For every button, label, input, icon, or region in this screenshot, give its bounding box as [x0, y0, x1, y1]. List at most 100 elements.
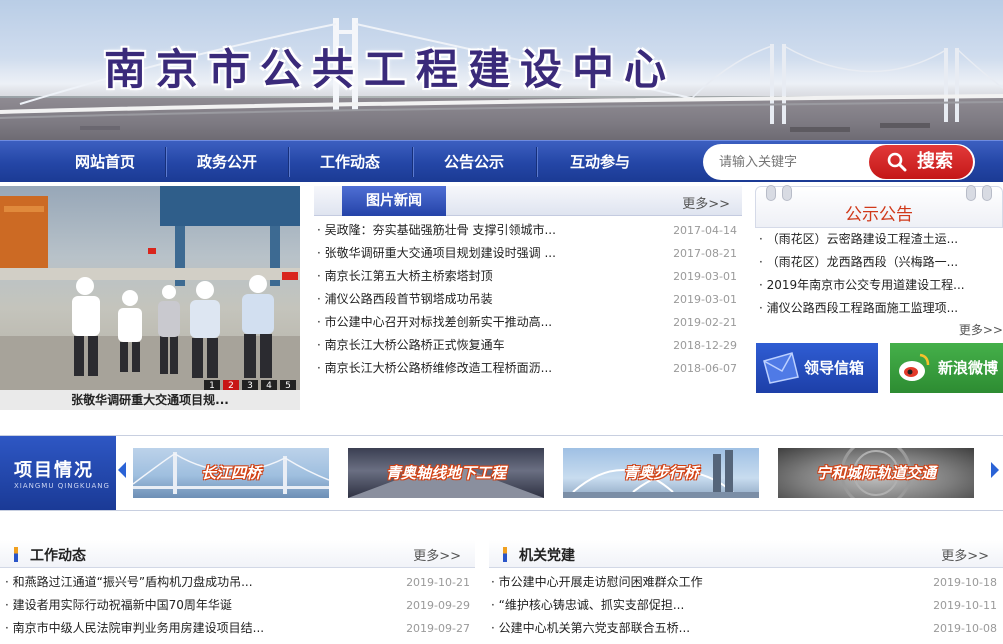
list-item[interactable]: · 浦仪公路西段首节钢塔成功吊装 2019-03-01 — [317, 288, 737, 311]
nav-item-interaction[interactable]: 互动参与 — [538, 141, 662, 183]
board-hook-icon — [782, 185, 792, 201]
project-card-title: 青奥步行桥 — [623, 464, 699, 482]
news-date: 2019-10-18 — [933, 576, 997, 589]
notice-title-link[interactable]: · （雨花区）云密路建设工程渣土运... — [759, 228, 958, 251]
leader-mailbox-button[interactable]: 领导信箱 — [756, 343, 878, 393]
list-item[interactable]: · 公建中心机关第六党支部联合五桥... 2019-10-08 — [491, 617, 997, 640]
nav-item-home[interactable]: 网站首页 — [45, 141, 165, 183]
section-marker-icon — [14, 547, 18, 562]
sina-weibo-button[interactable]: 新浪微博 — [890, 343, 1003, 393]
project-card-title: 青奥轴线地下工程 — [385, 464, 506, 482]
slider-photo[interactable] — [0, 186, 300, 390]
projects-label-pinyin: XIANGMU QINGKUANG — [14, 482, 110, 490]
search-icon — [887, 152, 907, 172]
list-item[interactable]: · “维护核心铸忠诚、抓实支部促担... 2019-10-11 — [491, 594, 997, 617]
picture-news-tab[interactable]: 图片新闻 — [342, 186, 446, 216]
notice-header: 公示公告 — [755, 185, 1003, 228]
news-date: 2018-12-29 — [673, 339, 737, 352]
photo-slider[interactable]: 12345 张敬华调研重大交通项目规... — [0, 186, 300, 410]
work-news-title: 工作动态 — [30, 548, 86, 564]
slider-photo-illustration — [0, 186, 300, 390]
news-title[interactable]: · 建设者用实际行动祝福新中国70周年华诞 — [5, 594, 232, 617]
notice-title-link[interactable]: · 2019年南京市公交专用道建设工程... — [759, 274, 965, 297]
news-title[interactable]: · 浦仪公路西段首节钢塔成功吊装 — [317, 288, 493, 311]
nav-item-work-news[interactable]: 工作动态 — [290, 141, 410, 183]
news-date: 2017-08-21 — [673, 247, 737, 260]
search-button[interactable]: 搜索 — [869, 145, 973, 179]
picture-news-more-link[interactable]: 更多>> — [682, 193, 730, 212]
party-building-more-link[interactable]: 更多>> — [941, 545, 989, 564]
projects-label: 项目情况 XIANGMU QINGKUANG — [0, 436, 116, 510]
news-title[interactable]: · 南京长江大桥公路桥维修改造工程桥面沥... — [317, 357, 552, 380]
news-title[interactable]: · 吴政隆：夯实基础强筋壮骨 支撑引领城市... — [317, 219, 556, 242]
news-title[interactable]: · 南京长江大桥公路桥正式恢复通车 — [317, 334, 505, 357]
list-item[interactable]: · 南京市中级人民法院审判业务用房建设项目结... 2019-09-27 — [5, 617, 470, 640]
notice-list: · （雨花区）云密路建设工程渣土运... · （雨花区）龙西路西段（兴梅路一..… — [759, 228, 1003, 320]
news-date: 2019-09-29 — [406, 599, 470, 612]
list-item[interactable]: · 2019年南京市公交专用道建设工程... — [759, 274, 1003, 297]
news-title[interactable]: · 张敬华调研重大交通项目规划建设时强调 ... — [317, 242, 556, 265]
project-card-youth-olympic-underground[interactable]: 青奥轴线地下工程 — [348, 448, 544, 498]
list-item[interactable]: · 吴政隆：夯实基础强筋壮骨 支撑引领城市... 2017-04-14 — [317, 219, 737, 242]
main-nav: 网站首页 政务公开 工作动态 公告公示 互动参与 搜索 — [0, 140, 1003, 182]
work-news-more-link[interactable]: 更多>> — [413, 545, 461, 564]
list-item[interactable]: · 南京长江大桥公路桥正式恢复通车 2018-12-29 — [317, 334, 737, 357]
list-item[interactable]: · （雨花区）龙西路西段（兴梅路一... — [759, 251, 1003, 274]
project-card-title: 宁和城际轨道交通 — [815, 464, 936, 482]
news-date: 2019-10-21 — [406, 576, 470, 589]
list-item[interactable]: · 市公建中心开展走访慰问困难群众工作 2019-10-18 — [491, 571, 997, 594]
party-building-title: 机关党建 — [519, 548, 575, 564]
project-card-title: 长江四桥 — [200, 464, 261, 482]
news-title[interactable]: · 和燕路过江通道“振兴号”盾构机刀盘成功吊... — [5, 571, 253, 594]
notice-title: 公示公告 — [845, 205, 913, 225]
project-card-yangtze-fourth-bridge[interactable]: 长江四桥 — [133, 448, 329, 498]
news-date: 2019-09-27 — [406, 622, 470, 635]
list-item[interactable]: · 建设者用实际行动祝福新中国70周年华诞 2019-09-29 — [5, 594, 470, 617]
leader-mailbox-label: 领导信箱 — [803, 359, 864, 377]
news-title[interactable]: · 南京长江第五大桥主桥索塔封顶 — [317, 265, 493, 288]
weibo-icon — [899, 353, 930, 381]
search-button-label: 搜索 — [917, 151, 953, 172]
notice-title-link[interactable]: · （雨花区）龙西路西段（兴梅路一... — [759, 251, 958, 274]
news-title[interactable]: · 南京市中级人民法院审判业务用房建设项目结... — [5, 617, 264, 640]
slider-caption[interactable]: 张敬华调研重大交通项目规... — [0, 390, 300, 410]
news-title[interactable]: · 市公建中心召开对标找差创新实干推动高... — [317, 311, 552, 334]
news-date: 2019-10-08 — [933, 622, 997, 635]
news-title[interactable]: · 市公建中心开展走访慰问困难群众工作 — [491, 571, 703, 594]
party-building-header: 机关党建 更多>> — [489, 540, 1003, 568]
news-title[interactable]: · 公建中心机关第六党支部联合五桥... — [491, 617, 690, 640]
list-item[interactable]: · 南京长江大桥公路桥维修改造工程桥面沥... 2018-06-07 — [317, 357, 737, 380]
list-item[interactable]: · 张敬华调研重大交通项目规划建设时强调 ... 2017-08-21 — [317, 242, 737, 265]
site-title: 南京市公共工程建设中心 — [104, 45, 677, 94]
list-item[interactable]: · 市公建中心召开对标找差创新实干推动高... 2019-02-21 — [317, 311, 737, 334]
search-box: 搜索 — [703, 144, 975, 180]
picture-news-panel: 图片新闻 更多>> · 吴政隆：夯实基础强筋壮骨 支撑引领城市... 2017-0… — [314, 186, 742, 386]
board-hook-icon — [966, 185, 976, 201]
notice-title-link[interactable]: · 浦仪公路西段工程路面施工监理项... — [759, 297, 958, 320]
work-news-panel: 工作动态 更多>> · 和燕路过江通道“振兴号”盾构机刀盘成功吊... 2019-… — [0, 540, 475, 644]
news-date: 2018-06-07 — [673, 362, 737, 375]
nav-item-government-affairs[interactable]: 政务公开 — [167, 141, 287, 183]
list-item[interactable]: · 南京长江第五大桥主桥索塔封顶 2019-03-01 — [317, 265, 737, 288]
list-item[interactable]: · 和燕路过江通道“振兴号”盾构机刀盘成功吊... 2019-10-21 — [5, 571, 470, 594]
news-date: 2017-04-14 — [673, 224, 737, 237]
news-date: 2019-10-11 — [933, 599, 997, 612]
news-date: 2019-02-21 — [673, 316, 737, 329]
search-input[interactable] — [719, 152, 869, 172]
board-hook-icon — [982, 185, 992, 201]
work-news-header: 工作动态 更多>> — [0, 540, 475, 568]
chevron-left-icon[interactable] — [118, 462, 126, 478]
nav-item-announcements[interactable]: 公告公示 — [414, 141, 534, 183]
project-card-youth-olympic-footbridge[interactable]: 青奥步行桥 — [563, 448, 759, 498]
list-item[interactable]: · （雨花区）云密路建设工程渣土运... — [759, 228, 1003, 251]
envelope-icon — [763, 352, 799, 384]
party-building-panel: 机关党建 更多>> · 市公建中心开展走访慰问困难群众工作 2019-10-18 … — [489, 540, 1003, 644]
project-card-ninghe-intercity-rail[interactable]: 宁和城际轨道交通 — [778, 448, 974, 498]
party-building-list: · 市公建中心开展走访慰问困难群众工作 2019-10-18 · “维护核心铸忠诚… — [491, 571, 997, 640]
notice-panel: 公示公告 · （雨花区）云密路建设工程渣土运... · （雨花区）龙西路西段（兴… — [755, 185, 1003, 340]
chevron-right-icon[interactable] — [991, 462, 999, 478]
projects-label-text: 项目情况 — [14, 460, 94, 481]
notice-more-link[interactable]: 更多>> — [959, 321, 1003, 338]
list-item[interactable]: · 浦仪公路西段工程路面施工监理项... — [759, 297, 1003, 320]
news-title[interactable]: · “维护核心铸忠诚、抓实支部促担... — [491, 594, 684, 617]
